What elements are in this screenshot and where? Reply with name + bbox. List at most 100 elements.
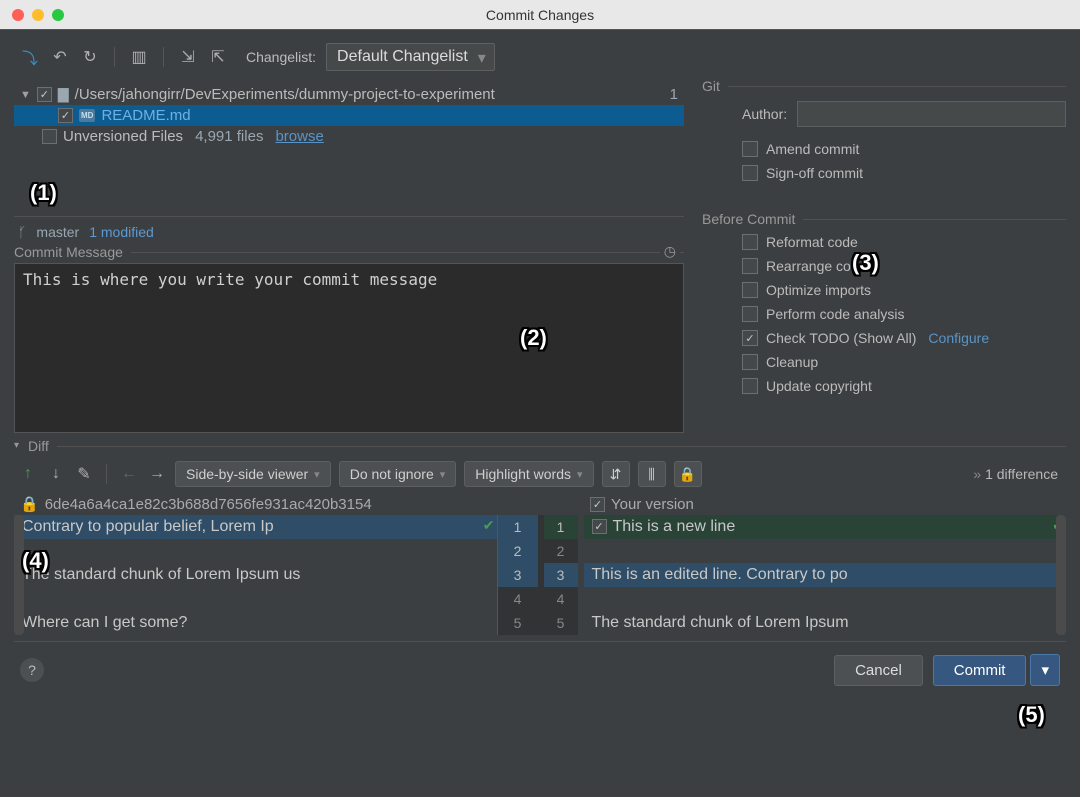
window-title: Commit Changes xyxy=(0,7,1080,23)
diff-header: 🔒 6de4a6a4ca1e82c3b688d7656fe931ac420b315… xyxy=(14,493,1066,515)
unversioned-row[interactable]: Unversioned Files 4,991 files browse xyxy=(14,126,684,147)
collapse-all-icon[interactable]: ⇱ xyxy=(208,47,228,67)
disclosure-triangle-icon[interactable]: ▼ xyxy=(20,89,31,101)
changelist-select[interactable]: Default Changelist xyxy=(326,43,495,71)
lock-small-icon: 🔒 xyxy=(20,495,39,513)
diff-line: Where can I get some? xyxy=(14,611,497,635)
author-input[interactable] xyxy=(797,101,1066,127)
expand-all-icon[interactable]: ⇲ xyxy=(178,47,198,67)
check-icon: ✔ xyxy=(1052,517,1064,534)
todo-label: Check TODO (Show All) xyxy=(766,330,916,346)
group-icon[interactable]: ▥ xyxy=(129,47,149,67)
commit-dropdown-button[interactable]: ▾ xyxy=(1030,654,1060,686)
history-icon[interactable]: ◷ xyxy=(660,243,680,260)
sync-scroll-icon[interactable]: ⫼ xyxy=(638,461,666,487)
commit-button[interactable]: Commit xyxy=(933,655,1027,686)
root-file-count: 1 xyxy=(670,86,684,103)
amend-label: Amend commit xyxy=(766,141,859,157)
diff-toolbar: ↑ ↓ ✎ ← → Side-by-side viewer Do not ign… xyxy=(14,447,1066,493)
main-toolbar: ⤵ ↶ ↻ ▥ ⇲ ⇱ Changelist: Default Changeli… xyxy=(14,40,1066,74)
diff-line xyxy=(14,587,497,611)
commit-message-section: Commit Message ◷ xyxy=(14,252,684,442)
branch-bar: ᚶ master 1 modified xyxy=(14,216,684,246)
footer: ? Cancel Commit ▾ xyxy=(14,641,1066,698)
diff-line: The standard chunk of Lorem Ipsum us xyxy=(14,563,497,587)
diff-line xyxy=(584,539,1067,563)
unversioned-label: Unversioned Files xyxy=(63,128,183,145)
diff-line xyxy=(584,587,1067,611)
redo-icon[interactable]: ↻ xyxy=(80,47,100,67)
copyright-label: Update copyright xyxy=(766,378,872,394)
file-tree[interactable]: ▼ ▇ /Users/jahongirr/DevExperiments/dumm… xyxy=(14,80,684,210)
diff-line: This is a new line xyxy=(584,515,1067,539)
file-checkbox[interactable] xyxy=(58,108,73,123)
diff-line xyxy=(14,539,497,563)
highlight-select[interactable]: Highlight words xyxy=(464,461,593,487)
commit-message-legend: Commit Message xyxy=(14,244,131,260)
signoff-label: Sign-off commit xyxy=(766,165,863,181)
prev-change-icon[interactable]: ↑ xyxy=(18,465,38,483)
next-change-icon[interactable]: ↓ xyxy=(46,465,66,483)
diff-left-pane[interactable]: ✔ Contrary to popular belief, Lorem Ip T… xyxy=(14,515,498,635)
root-checkbox[interactable] xyxy=(37,87,52,102)
signoff-checkbox[interactable] xyxy=(742,165,758,181)
diff-section: Diff ↑ ↓ ✎ ← → Side-by-side viewer Do no… xyxy=(14,446,1066,635)
reformat-checkbox[interactable] xyxy=(742,234,758,250)
file-name[interactable]: README.md xyxy=(101,107,190,124)
diff-line: This is an edited line. Contrary to po xyxy=(584,563,1067,587)
git-legend: Git xyxy=(702,78,728,94)
diff-line: Contrary to popular belief, Lorem Ip xyxy=(14,515,497,539)
titlebar: Commit Changes xyxy=(0,0,1080,30)
optimize-checkbox[interactable] xyxy=(742,282,758,298)
reformat-label: Reformat code xyxy=(766,234,858,250)
undo-icon[interactable]: ↶ xyxy=(50,47,70,67)
right-gutter: 1 2 3 4 5 xyxy=(538,515,578,635)
root-path: /Users/jahongirr/DevExperiments/dummy-pr… xyxy=(75,86,495,103)
amend-checkbox[interactable] xyxy=(742,141,758,157)
diff-body[interactable]: ✔ Contrary to popular belief, Lorem Ip T… xyxy=(14,515,1066,635)
cleanup-checkbox[interactable] xyxy=(742,354,758,370)
your-version-checkbox[interactable] xyxy=(590,497,605,512)
before-commit-section: Before Commit Reformat code Rearrange co… xyxy=(702,219,1066,404)
optimize-label: Optimize imports xyxy=(766,282,871,298)
rearrange-checkbox[interactable] xyxy=(742,258,758,274)
collapse-unchanged-icon[interactable]: ⇵ xyxy=(602,461,630,487)
check-icon: ✔ xyxy=(483,517,495,534)
diff-right-pane[interactable]: ✔ This is a new line This is an edited l… xyxy=(578,515,1067,635)
configure-link[interactable]: Configure xyxy=(928,330,989,346)
help-button[interactable]: ? xyxy=(20,658,44,682)
analysis-checkbox[interactable] xyxy=(742,306,758,322)
before-commit-legend: Before Commit xyxy=(702,211,803,227)
todo-checkbox[interactable] xyxy=(742,330,758,346)
tree-file-row[interactable]: MD README.md xyxy=(14,105,684,126)
refresh-icon[interactable]: ⤵ xyxy=(20,45,40,69)
author-label: Author: xyxy=(742,106,787,122)
viewer-select[interactable]: Side-by-side viewer xyxy=(175,461,331,487)
diff-left-title: 6de4a6a4ca1e82c3b688d7656fe931ac420b3154 xyxy=(45,496,372,513)
folder-icon: ▇ xyxy=(58,86,69,103)
lock-icon[interactable]: 🔒 xyxy=(674,461,702,487)
commit-message-input[interactable] xyxy=(14,263,684,433)
diff-legend[interactable]: Diff xyxy=(14,438,57,454)
ignore-select[interactable]: Do not ignore xyxy=(339,461,457,487)
branch-name: master xyxy=(36,224,79,240)
tree-root-row[interactable]: ▼ ▇ /Users/jahongirr/DevExperiments/dumm… xyxy=(14,84,684,105)
browse-link[interactable]: browse xyxy=(275,128,323,145)
modified-count[interactable]: 1 modified xyxy=(89,224,154,240)
unversioned-checkbox[interactable] xyxy=(42,129,57,144)
next-file-icon[interactable]: → xyxy=(147,465,167,483)
diff-count: 1 difference xyxy=(973,466,1062,482)
diff-line: The standard chunk of Lorem Ipsum xyxy=(584,611,1067,635)
markdown-file-icon: MD xyxy=(79,109,95,122)
copyright-checkbox[interactable] xyxy=(742,378,758,394)
rearrange-label: Rearrange code xyxy=(766,258,866,274)
line-checkbox[interactable] xyxy=(592,519,607,534)
branch-icon: ᚶ xyxy=(18,224,26,240)
cleanup-label: Cleanup xyxy=(766,354,818,370)
git-section: Git Author: Amend commit Sign-off commit xyxy=(702,86,1066,191)
edit-icon[interactable]: ✎ xyxy=(74,464,94,484)
cancel-button[interactable]: Cancel xyxy=(834,655,923,686)
prev-file-icon: ← xyxy=(119,465,139,483)
analysis-label: Perform code analysis xyxy=(766,306,905,322)
changelist-label: Changelist: xyxy=(246,49,316,65)
